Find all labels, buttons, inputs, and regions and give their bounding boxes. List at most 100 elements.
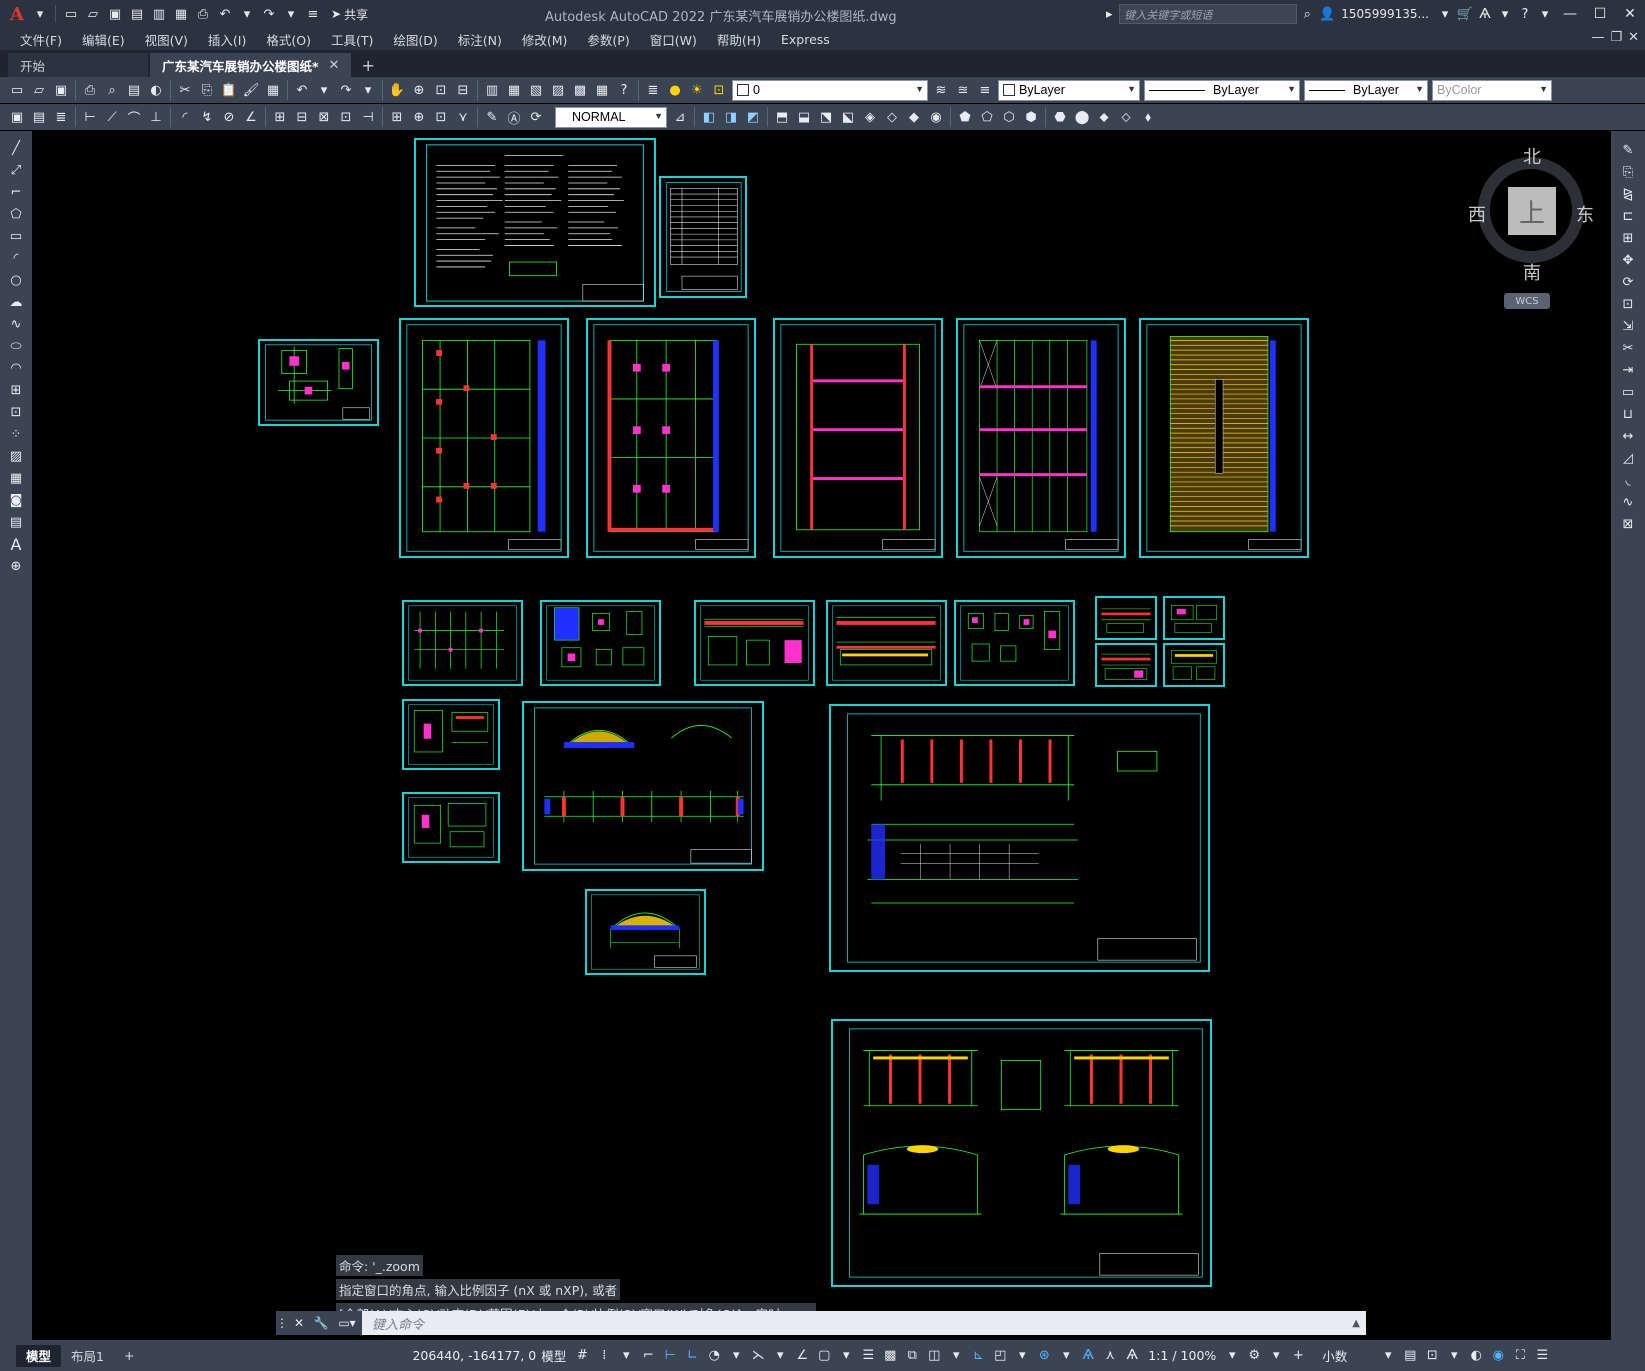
break-icon[interactable]: ⊔ (1616, 403, 1640, 425)
drawing-sheet[interactable] (1163, 596, 1225, 640)
plot-preview-icon[interactable]: ⌕ (101, 79, 123, 101)
zoom-realtime-icon[interactable]: ⊕ (408, 79, 430, 101)
drawing-sheet[interactable] (402, 699, 500, 770)
text-style-select[interactable]: NORMAL ▼ (555, 106, 667, 128)
drawing-sheet[interactable] (659, 176, 747, 298)
separate-icon[interactable]: ⬡ (998, 106, 1020, 128)
copy-faces-icon[interactable]: ◆ (903, 106, 925, 128)
wcs-menu-button[interactable]: WCS (1504, 293, 1550, 309)
drawing-sheet[interactable] (1139, 318, 1309, 558)
union-icon[interactable]: ◧ (698, 106, 720, 128)
drawing-sheet[interactable] (773, 318, 943, 558)
menu-draw[interactable]: 绘图(D) (383, 30, 447, 49)
menu-view[interactable]: 视图(V) (135, 30, 198, 49)
rotate-icon[interactable]: ⟳ (1616, 271, 1640, 293)
drawing-sheet[interactable] (1163, 643, 1225, 687)
close-icon[interactable]: ✕ (1615, 0, 1645, 28)
trim-icon[interactable]: ✂ (1616, 337, 1640, 359)
drawing-sheet[interactable] (402, 600, 523, 686)
multiline-text-icon[interactable]: A (4, 533, 28, 555)
lock-ui-icon[interactable]: ⊡ (1421, 1345, 1443, 1367)
dim-baseline-icon[interactable]: ⊟ (291, 106, 313, 128)
color-faces-icon[interactable]: ◉ (925, 106, 947, 128)
save-to-web-icon[interactable]: ▦ (171, 4, 191, 24)
move-faces-icon[interactable]: ⬓ (793, 106, 815, 128)
menu-tools[interactable]: 工具(T) (321, 30, 383, 49)
layer-properties-icon[interactable]: ≣ (642, 79, 664, 101)
solid-edit-icon[interactable]: ⬧ (1137, 106, 1159, 128)
dim-space-icon[interactable]: ⊡ (335, 106, 357, 128)
extrude-faces-icon[interactable]: ⬒ (771, 106, 793, 128)
hatch-icon[interactable]: ▨ (4, 445, 28, 467)
workspace-gear-icon[interactable]: ⚙ (1243, 1345, 1265, 1367)
taper-faces-icon[interactable]: ◇ (881, 106, 903, 128)
cart-icon[interactable]: 🛒 (1455, 4, 1475, 24)
units-select[interactable]: 小数 (1317, 1346, 1377, 1365)
drawing-sheet[interactable] (831, 1019, 1212, 1287)
menu-dimension[interactable]: 标注(N) (448, 30, 512, 49)
drawing-sheet[interactable] (826, 600, 947, 686)
undo-icon[interactable]: ↶ (291, 79, 313, 101)
cut-icon[interactable]: ✂ (174, 79, 196, 101)
layer-select[interactable]: 0 ▼ (732, 79, 928, 101)
3d-object-snap-icon[interactable]: ◫ (923, 1345, 945, 1367)
share-button[interactable]: ➤ 共享 (325, 6, 374, 23)
maximize-icon[interactable]: ☐ (1585, 0, 1615, 28)
undo-dropdown-icon[interactable]: ▾ (313, 79, 335, 101)
rectangle-icon[interactable]: ▭ (4, 225, 28, 247)
isometric-icon[interactable]: ⋋ (747, 1345, 769, 1367)
properties-icon[interactable]: ▥ (481, 79, 503, 101)
viewcube[interactable]: 上 北 南 东 西 (1468, 143, 1594, 284)
tolerance-icon[interactable]: ⊞ (386, 106, 408, 128)
tab-drawing[interactable]: 广东某汽车展销办公楼图纸* ✕ (150, 53, 352, 77)
search-expand-icon[interactable]: ▸ (1099, 4, 1119, 24)
drawing-sheet[interactable] (402, 792, 500, 863)
menu-help[interactable]: 帮助(H) (707, 30, 771, 49)
drawing-sheet[interactable] (954, 600, 1075, 686)
move-icon[interactable]: ✥ (1616, 249, 1640, 271)
ellipse-arc-icon[interactable]: ◠ (4, 357, 28, 379)
markup-icon[interactable]: ▩ (569, 79, 591, 101)
ortho-mode-icon[interactable]: ∟ (681, 1345, 703, 1367)
isolate-objects-icon[interactable]: ◐ (1465, 1345, 1487, 1367)
shell-icon[interactable]: ⬢ (1020, 106, 1042, 128)
center-mark-icon[interactable]: ⊕ (408, 106, 430, 128)
drawing-canvas[interactable]: 上 北 南 东 西 WCS Y X (32, 131, 1611, 1371)
dim-edit-icon[interactable]: ✎ (481, 106, 503, 128)
search-icon[interactable]: ⌕ (1297, 4, 1317, 24)
layer-lock-icon[interactable]: ⊡ (708, 79, 730, 101)
arc-icon[interactable]: ◜ (4, 247, 28, 269)
mirror-icon[interactable]: ⧎ (1616, 183, 1640, 205)
interfere-icon[interactable]: ⬦ (1115, 106, 1137, 128)
publish-icon[interactable]: ▤ (123, 79, 145, 101)
make-object-layer-current-icon[interactable]: ≋ (930, 79, 952, 101)
dim-continue-icon[interactable]: ⊠ (313, 106, 335, 128)
quick-dim-icon[interactable]: ⊞ (269, 106, 291, 128)
drawing-sheet[interactable] (956, 318, 1126, 558)
polar-dropdown-icon[interactable]: ▾ (725, 1345, 747, 1367)
dim-linear-icon[interactable]: ⊢ (79, 106, 101, 128)
match-properties-icon[interactable]: 🖌 (240, 79, 262, 101)
dynamic-input-icon[interactable]: ⊢ (659, 1345, 681, 1367)
table-icon[interactable]: ▤ (4, 511, 28, 533)
app-dropdown-icon[interactable]: ▾ (1495, 4, 1515, 24)
copy-object-icon[interactable]: ⎘ (1616, 161, 1640, 183)
menu-file[interactable]: 文件(F) (10, 30, 72, 49)
clean-icon[interactable]: ⬠ (976, 106, 998, 128)
dim-arc-icon[interactable]: ⌒ (123, 106, 145, 128)
undo-dropdown-icon[interactable]: ▾ (237, 4, 257, 24)
line-icon[interactable]: ╱ (4, 137, 28, 159)
polyline-icon[interactable]: ⌐ (4, 181, 28, 203)
app-menu-chevron-down-icon[interactable]: ▾ (30, 4, 50, 24)
workspace-dropdown-icon[interactable]: ▾ (1265, 1345, 1287, 1367)
layer-tools-icon[interactable]: ≣ (50, 106, 72, 128)
circle-icon[interactable]: ○ (4, 269, 28, 291)
offset-icon[interactable]: ⊏ (1616, 205, 1640, 227)
dim-break-icon[interactable]: ⊣ (357, 106, 379, 128)
lineweight-icon[interactable]: ☰ (857, 1345, 879, 1367)
layer-on-bulb-icon[interactable]: ● (664, 79, 686, 101)
pan-icon[interactable]: ✋ (386, 79, 408, 101)
dim-diameter-icon[interactable]: ⊘ (218, 106, 240, 128)
linetype-select[interactable]: ByLayer ▼ (1144, 79, 1300, 101)
design-center-icon[interactable]: ▦ (503, 79, 525, 101)
